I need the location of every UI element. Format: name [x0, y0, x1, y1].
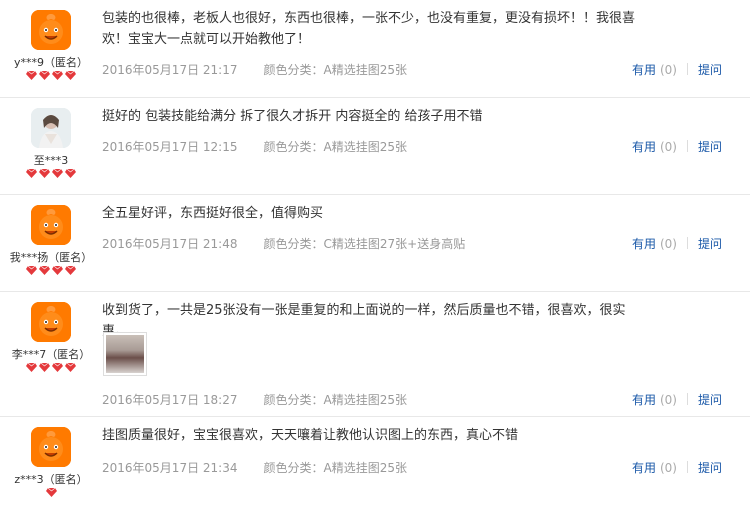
gem-icon [39, 71, 50, 80]
reviewer-name: y***9（匿名） [13, 56, 88, 69]
useful-button[interactable]: 有用 [632, 237, 656, 251]
divider [686, 237, 688, 249]
review-content: 全五星好评，东西挺好很全，值得购买 [102, 206, 324, 221]
buyer-rank-gems [0, 71, 102, 80]
review-content: 收到货了，一共是25张没有一张是重复的和上面说的一样，然后质量也不错，很喜欢，很… [102, 303, 626, 339]
anonymous-avatar-icon[interactable] [31, 10, 71, 50]
gem-icon [52, 266, 63, 275]
gem-icon [65, 266, 76, 275]
review-date: 2016年05月17日 21:17 [102, 63, 238, 77]
review-item: 李***7（匿名） 收到货了，一共是25张没有一张是重复的和上面说的一样，然后质… [0, 292, 750, 417]
ask-button[interactable]: 提问 [698, 140, 722, 154]
review-content: 包装的也很棒，老板人也很好，东西也很棒，一张不少，也没有重复，更没有损坏！！我很… [102, 11, 636, 47]
buyer-rank-gems [0, 363, 102, 372]
review-list: y***9（匿名） 包装的也很棒，老板人也很好，东西也很棒，一张不少，也没有重复… [0, 0, 750, 509]
review-actions: 有用 (0) 提问 [632, 138, 722, 155]
useful-count: (0) [659, 140, 677, 154]
reviewer-name: 至***3 [33, 154, 69, 167]
useful-count: (0) [659, 461, 677, 475]
user-photo-avatar-icon[interactable] [31, 108, 71, 148]
review-date: 2016年05月17日 18:27 [102, 393, 238, 407]
review-item: 我***扬（匿名） 全五星好评，东西挺好很全，值得购买 2016年05月17日 … [0, 195, 750, 292]
useful-button[interactable]: 有用 [632, 63, 656, 77]
gem-icon [65, 71, 76, 80]
review-content: 挂图质量很好，宝宝很喜欢，天天嚷着让教他认识图上的东西，真心不错 [102, 428, 519, 443]
review-sku: 颜色分类：A精选挂图25张 [263, 140, 407, 154]
divider [686, 63, 688, 75]
divider [686, 140, 688, 152]
ask-button[interactable]: 提问 [698, 461, 722, 475]
gem-icon [45, 488, 57, 497]
buyer-rank-gems [0, 169, 102, 178]
useful-count: (0) [659, 393, 677, 407]
review-sku: 颜色分类：A精选挂图25张 [263, 461, 407, 475]
gem-icon [65, 169, 76, 178]
review-meta: 2016年05月17日 21:48 颜色分类：C精选挂图27张+送身高贴 [102, 235, 465, 252]
gem-icon [26, 71, 37, 80]
review-item: 至***3 挺好的 包装技能给满分 拆了很久才拆开 内容挺全的 给孩子用不错 2… [0, 98, 750, 195]
divider [686, 461, 688, 473]
review-meta: 2016年05月17日 21:34 颜色分类：A精选挂图25张 [102, 459, 407, 476]
useful-count: (0) [659, 237, 677, 251]
buyer-rank-gems [0, 266, 102, 275]
gem-icon [65, 363, 76, 372]
anonymous-avatar-icon[interactable] [31, 205, 71, 245]
gem-icon [52, 71, 63, 80]
anonymous-avatar-icon[interactable] [31, 302, 71, 342]
ask-button[interactable]: 提问 [698, 393, 722, 407]
gem-icon [26, 363, 37, 372]
reviewer-name: z***3（匿名） [14, 473, 88, 486]
useful-button[interactable]: 有用 [632, 140, 656, 154]
review-meta: 2016年05月17日 12:15 颜色分类：A精选挂图25张 [102, 138, 407, 155]
useful-count: (0) [659, 63, 677, 77]
review-actions: 有用 (0) 提问 [632, 391, 722, 408]
review-date: 2016年05月17日 21:34 [102, 461, 238, 475]
divider [686, 393, 688, 405]
review-actions: 有用 (0) 提问 [632, 459, 722, 476]
gem-icon [39, 169, 50, 178]
gem-icon [52, 169, 63, 178]
review-sku: 颜色分类：A精选挂图25张 [263, 63, 407, 77]
gem-icon [26, 266, 37, 275]
gem-icon [39, 266, 50, 275]
review-sku: 颜色分类：C精选挂图27张+送身高贴 [263, 237, 466, 251]
review-meta: 2016年05月17日 21:17 颜色分类：A精选挂图25张 [102, 61, 407, 78]
review-sku: 颜色分类：A精选挂图25张 [263, 393, 407, 407]
gem-icon [26, 169, 37, 178]
useful-button[interactable]: 有用 [632, 393, 656, 407]
reviewer-name: 李***7（匿名） [11, 348, 91, 361]
review-item: y***9（匿名） 包装的也很棒，老板人也很好，东西也很棒，一张不少，也没有重复… [0, 0, 750, 98]
reviewer-name: 我***扬（匿名） [9, 251, 93, 264]
anonymous-avatar-icon[interactable] [31, 427, 71, 467]
review-date: 2016年05月17日 12:15 [102, 140, 238, 154]
review-photo-thumbnail[interactable] [103, 332, 147, 376]
gem-icon [52, 363, 63, 372]
review-actions: 有用 (0) 提问 [632, 235, 722, 252]
review-date: 2016年05月17日 21:48 [102, 237, 238, 251]
gem-icon [39, 363, 50, 372]
review-actions: 有用 (0) 提问 [632, 61, 722, 78]
review-content: 挺好的 包装技能给满分 拆了很久才拆开 内容挺全的 给孩子用不错 [102, 109, 483, 124]
useful-button[interactable]: 有用 [632, 461, 656, 475]
review-meta: 2016年05月17日 18:27 颜色分类：A精选挂图25张 [102, 391, 407, 408]
ask-button[interactable]: 提问 [698, 237, 722, 251]
ask-button[interactable]: 提问 [698, 63, 722, 77]
review-item: z***3（匿名） 挂图质量很好，宝宝很喜欢，天天嚷着让教他认识图上的东西，真心… [0, 417, 750, 509]
buyer-rank-gems [0, 488, 102, 497]
